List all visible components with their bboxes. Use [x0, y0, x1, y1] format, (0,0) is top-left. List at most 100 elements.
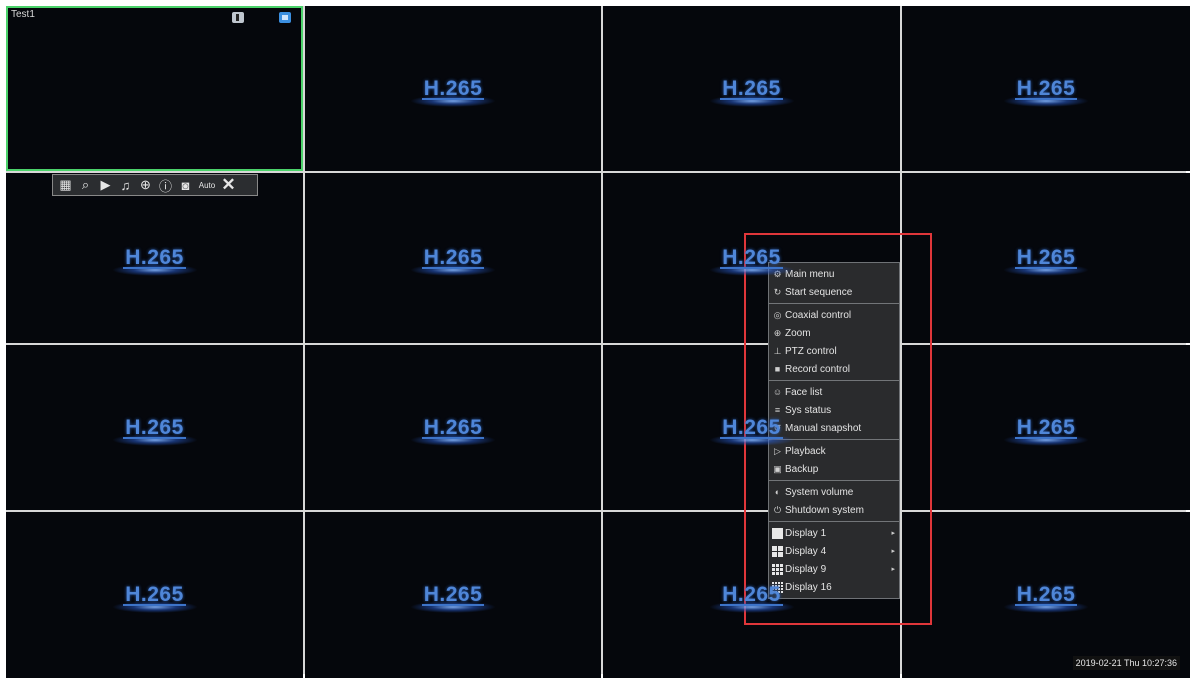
status-icon: ≡	[774, 405, 781, 415]
playback-icon: ▷	[774, 445, 781, 456]
channel-10[interactable]: H.265	[305, 345, 601, 510]
codec-logo: H.265	[393, 233, 513, 283]
logo-text: H.265	[421, 583, 484, 606]
channel-4[interactable]: H.265	[902, 6, 1190, 171]
logo-text: H.265	[720, 415, 783, 439]
ptz-icon: ⊥	[773, 345, 782, 356]
channel-title: Test1	[11, 9, 35, 20]
play-icon[interactable]: ▶	[97, 177, 114, 194]
menu-item-label: Manual snapshot	[785, 422, 862, 434]
codec-logo: H.265	[692, 64, 812, 114]
camera-icon[interactable]: ◙	[177, 177, 194, 194]
menu-section: ▷ Playback ▣ Backup	[769, 440, 899, 481]
auto-button[interactable]: Auto	[197, 177, 217, 194]
menu-item-label: Coaxial control	[785, 309, 852, 321]
logo-text: H.265	[123, 415, 186, 439]
submenu-arrow-icon: ▸	[891, 530, 895, 537]
channel-8[interactable]: H.265	[902, 173, 1190, 343]
layout-9-icon	[772, 563, 783, 575]
codec-logo: H.265	[986, 570, 1106, 620]
codec-logo: H.265	[95, 570, 215, 620]
ptz-icon[interactable]: ⊕	[137, 177, 154, 194]
menu-item-label: Sys status	[785, 404, 832, 416]
menu-section: ☺ Face list ≡ Sys status ↺ Manual snapshot	[769, 381, 899, 440]
menu-item-label: System volume	[785, 486, 854, 498]
codec-logo: H.265	[986, 403, 1106, 453]
close-icon[interactable]: ✕	[220, 175, 237, 194]
face-icon: ☺	[772, 387, 783, 397]
channel-1[interactable]: Test1	[6, 6, 303, 171]
menu-section: ◎ Coaxial control ⊕ Zoom ⊥ PTZ control ■ Record…	[769, 304, 899, 381]
codec-logo: H.265	[986, 64, 1106, 114]
channel-16[interactable]: H.265	[902, 512, 1190, 678]
menu-item-label: Display 16	[785, 581, 832, 593]
cycle-icon: ↻	[773, 286, 782, 297]
menu-item-coaxial-control[interactable]: ◎ Coaxial control	[769, 306, 899, 324]
menu-item-display-9[interactable]: Display 9 ▸	[769, 560, 899, 578]
channel-6[interactable]: H.265	[305, 173, 601, 343]
video-grid: Test1 H.265 H.265 H.265 H.265 H.265 H.265 H.26…	[6, 6, 1190, 678]
menu-item-record-control[interactable]: ■ Record control	[769, 360, 899, 378]
menu-item-display-1[interactable]: Display 1 ▸	[769, 524, 899, 542]
codec-logo: H.265	[986, 233, 1106, 283]
menu-item-label: Shutdown system	[785, 504, 864, 516]
codec-logo: H.265	[95, 233, 215, 283]
logo-text: H.265	[1014, 76, 1077, 100]
channel-toolbar: ▦ ⌕ ▶ ♫ ⊕ ⓘ ◙ Auto ✕	[52, 174, 258, 196]
channel-3[interactable]: H.265	[603, 6, 900, 171]
codec-logo: H.265	[692, 233, 812, 283]
menu-item-label: PTZ control	[785, 345, 837, 357]
info-icon[interactable]: ⓘ	[157, 177, 174, 194]
logo-text: H.265	[421, 246, 484, 269]
calendar-icon[interactable]: ▦	[57, 177, 74, 194]
menu-item-label: Start sequence	[785, 286, 853, 298]
coaxial-icon: ◎	[773, 309, 782, 320]
codec-logo: H.265	[393, 64, 513, 114]
logo-text: H.265	[1014, 246, 1077, 269]
audio-icon[interactable]: ♫	[117, 177, 134, 194]
logo-text: H.265	[720, 583, 783, 606]
menu-item-ptz-control[interactable]: ⊥ PTZ control	[769, 342, 899, 360]
menu-section: ◐ System volume ⏻ Shutdown system	[769, 481, 899, 522]
submenu-arrow-icon: ▸	[891, 548, 895, 555]
menu-item-label: Display 1	[785, 527, 827, 539]
menu-item-label: Backup	[785, 463, 819, 475]
menu-item-sys-status[interactable]: ≡ Sys status	[769, 401, 899, 419]
submenu-arrow-icon: ▸	[891, 566, 895, 573]
channel-14[interactable]: H.265	[305, 512, 601, 678]
logo-text: H.265	[1014, 583, 1077, 606]
channel-9[interactable]: H.265	[6, 345, 303, 510]
channel-5[interactable]: H.265	[6, 173, 303, 343]
record-status-icon	[279, 12, 291, 23]
menu-item-display-16[interactable]: Display 16	[769, 578, 899, 596]
menu-item-shutdown-system[interactable]: ⏻ Shutdown system	[769, 501, 899, 519]
channel-13[interactable]: H.265	[6, 512, 303, 678]
layout-1-icon	[772, 527, 783, 539]
logo-text: H.265	[1014, 415, 1077, 439]
menu-item-label: Zoom	[785, 327, 811, 339]
menu-item-zoom[interactable]: ⊕ Zoom	[769, 324, 899, 342]
logo-text: H.265	[123, 583, 186, 606]
backup-icon: ▣	[773, 463, 782, 474]
menu-item-system-volume[interactable]: ◐ System volume	[769, 483, 899, 501]
menu-item-face-list[interactable]: ☺ Face list	[769, 383, 899, 401]
volume-icon: ◐	[774, 487, 781, 497]
channel-12[interactable]: H.265	[902, 345, 1190, 510]
channel-2[interactable]: H.265	[305, 6, 601, 171]
logo-text: H.265	[421, 76, 484, 100]
menu-item-label: Display 9	[785, 563, 827, 575]
codec-logo: H.265	[95, 403, 215, 453]
menu-item-label: Record control	[785, 363, 851, 375]
menu-item-display-4[interactable]: Display 4 ▸	[769, 542, 899, 560]
zoom-icon[interactable]: ⌕	[77, 177, 94, 194]
menu-section: Display 1 ▸ Display 4 ▸ Display 9 ▸ Display 16	[769, 522, 899, 598]
record-icon: ■	[774, 364, 781, 374]
layout-4-icon	[772, 545, 783, 557]
menu-item-start-sequence[interactable]: ↻ Start sequence	[769, 283, 899, 301]
datetime-display: 2019-02-21 Thu 10:27:36	[1072, 656, 1180, 670]
menu-item-label: Face list	[785, 386, 823, 398]
menu-item-label: Playback	[785, 445, 826, 457]
speaker-icon[interactable]	[232, 12, 244, 23]
menu-item-backup[interactable]: ▣ Backup	[769, 460, 899, 478]
logo-text: H.265	[421, 415, 484, 439]
